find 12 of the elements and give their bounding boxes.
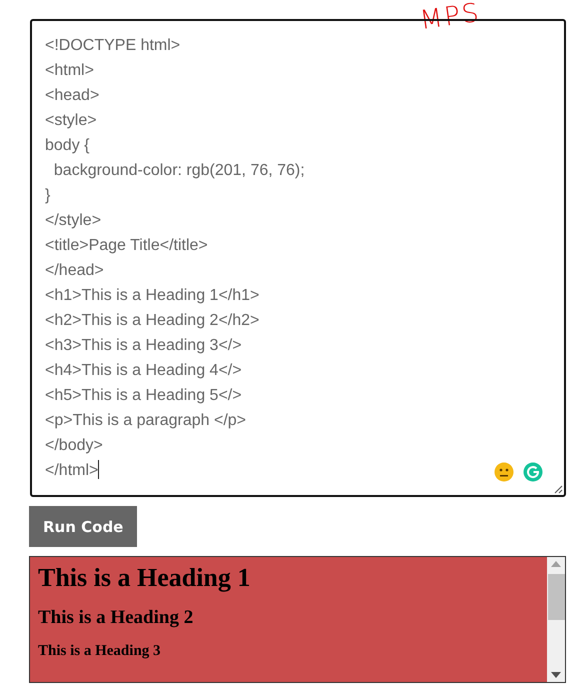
g-logo-icon[interactable] — [523, 462, 543, 482]
preview-heading: This is a Heading 1 — [38, 563, 250, 593]
text-cursor — [98, 460, 100, 479]
scrollbar-thumb[interactable] — [548, 574, 564, 620]
scroll-down-icon[interactable] — [551, 672, 561, 678]
run-code-button[interactable]: Run Code — [29, 506, 138, 547]
preview-heading: This is a Heading 2 — [38, 607, 194, 629]
preview-heading: This is a Heading 3 — [38, 643, 161, 660]
scrollbar[interactable] — [547, 557, 565, 682]
resize-handle-icon[interactable] — [554, 485, 563, 494]
neutral-face-icon — [494, 462, 514, 482]
scroll-up-icon[interactable] — [551, 561, 561, 567]
